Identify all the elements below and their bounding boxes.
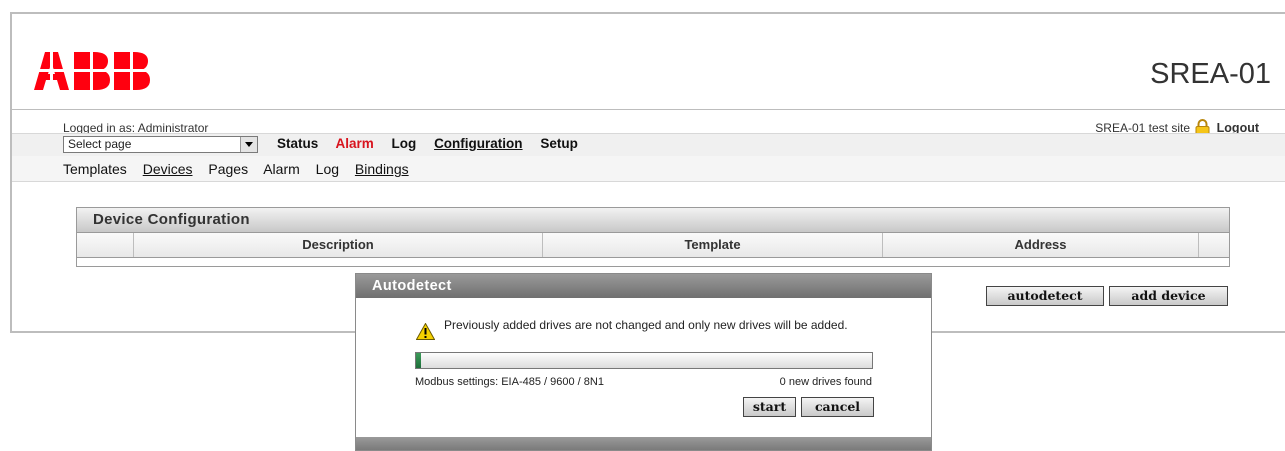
- page-select[interactable]: Select page: [63, 136, 258, 153]
- drives-found-count: 0 new drives found: [779, 376, 872, 388]
- nav-status[interactable]: Status: [277, 136, 318, 151]
- dropdown-arrow-icon[interactable]: [240, 137, 257, 152]
- subnav-pages[interactable]: Pages: [208, 161, 248, 177]
- page-select-value: Select page: [68, 137, 132, 151]
- col-template[interactable]: Template: [543, 233, 883, 257]
- panel-title: Device Configuration: [77, 208, 1229, 233]
- dialog-title: Autodetect: [356, 274, 931, 298]
- modbus-settings: Modbus settings: EIA-485 / 9600 / 8N1: [415, 376, 604, 388]
- nav-setup[interactable]: Setup: [540, 136, 578, 151]
- warning-icon: [416, 323, 435, 340]
- nav-configuration[interactable]: Configuration: [434, 136, 522, 151]
- col-select: [77, 233, 134, 257]
- main-menu-bar: Select page Status Alarm Log Configurati…: [12, 133, 1285, 157]
- cancel-button[interactable]: cancel: [801, 397, 874, 417]
- col-description[interactable]: Description: [134, 233, 543, 257]
- sub-nav-bar: Templates Devices Pages Alarm Log Bindin…: [12, 156, 1285, 182]
- progress-fill: [416, 353, 421, 368]
- sub-nav: Templates Devices Pages Alarm Log Bindin…: [63, 161, 421, 177]
- add-device-button[interactable]: add device: [1109, 286, 1228, 306]
- autodetect-dialog: Autodetect Previously added drives are n…: [355, 273, 932, 451]
- subnav-log[interactable]: Log: [316, 161, 339, 177]
- col-actions: [1199, 233, 1229, 257]
- device-configuration-panel: Device Configuration Description Templat…: [76, 207, 1230, 267]
- main-nav: Status Alarm Log Configuration Setup: [277, 136, 592, 151]
- device-table-header: Description Template Address: [77, 233, 1229, 258]
- site-title: SREA-01: [1150, 58, 1271, 90]
- abb-logo: [34, 52, 150, 90]
- subnav-devices[interactable]: Devices: [143, 161, 193, 177]
- start-button[interactable]: start: [743, 397, 796, 417]
- dialog-footer: [356, 437, 931, 450]
- subnav-bindings[interactable]: Bindings: [355, 161, 409, 177]
- nav-alarm[interactable]: Alarm: [336, 136, 374, 151]
- subnav-alarm[interactable]: Alarm: [263, 161, 300, 177]
- col-address[interactable]: Address: [883, 233, 1199, 257]
- nav-log[interactable]: Log: [392, 136, 417, 151]
- progress-bar: [415, 352, 873, 369]
- warning-text: Previously added drives are not changed …: [444, 318, 848, 332]
- subnav-templates[interactable]: Templates: [63, 161, 127, 177]
- autodetect-button[interactable]: autodetect: [986, 286, 1104, 306]
